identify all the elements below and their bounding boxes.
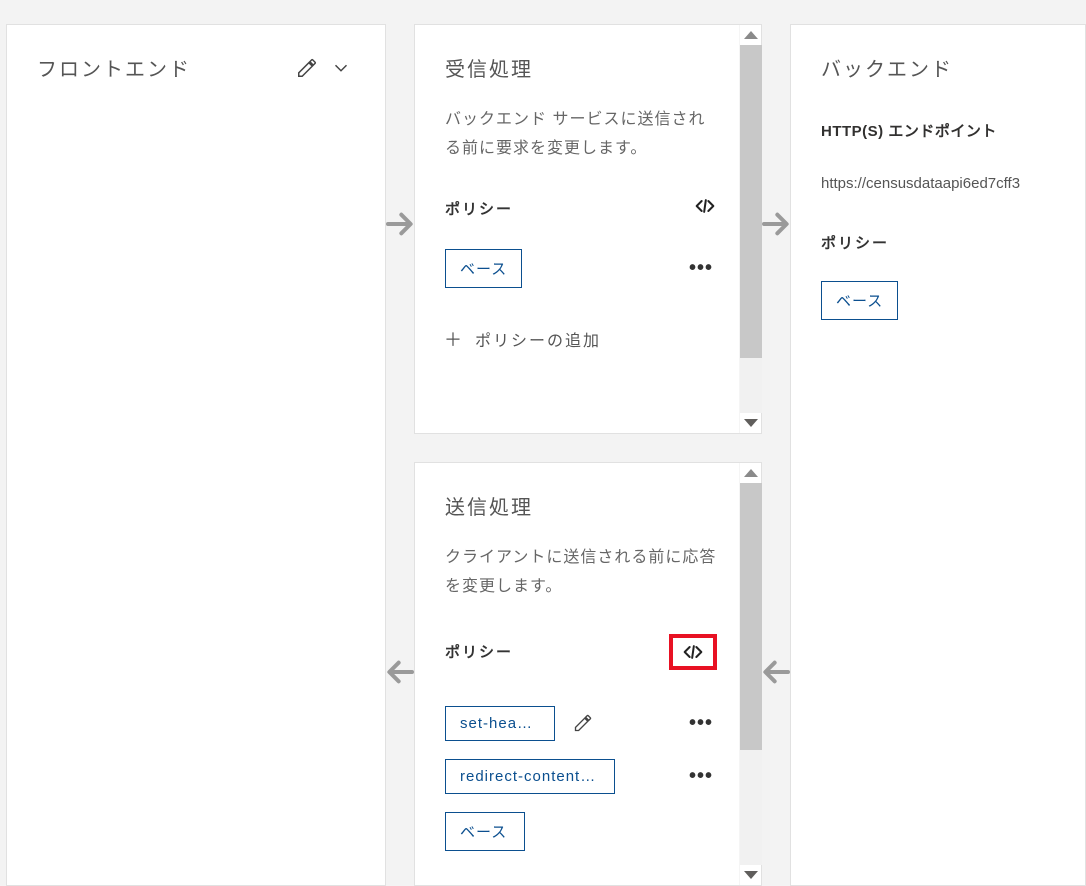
scroll-thumb[interactable] xyxy=(740,483,762,750)
frontend-title: フロントエンド xyxy=(37,53,293,82)
outbound-title: 送信処理 xyxy=(445,491,717,520)
add-policy-label: ポリシーの追加 xyxy=(475,327,601,351)
arrow-left-icon xyxy=(384,656,416,688)
more-icon[interactable]: ••• xyxy=(689,257,717,280)
backend-endpoint-url: https://censusdataapi6ed7cff3 xyxy=(821,175,1081,192)
frontend-panel: フロントエンド xyxy=(6,24,386,886)
outbound-panel: 送信処理 クライアントに送信される前に応答を変更します。 ポリシー set-he… xyxy=(414,462,762,886)
pencil-icon[interactable] xyxy=(293,54,321,82)
policy-base[interactable]: ベース xyxy=(821,281,898,320)
more-icon[interactable]: ••• xyxy=(689,765,717,788)
scroll-down-icon[interactable] xyxy=(744,871,758,879)
inbound-description: バックエンド サービスに送信される前に要求を変更します。 xyxy=(445,106,717,164)
backend-panel: バックエンド HTTP(S) エンドポイント https://censusdat… xyxy=(790,24,1086,886)
outbound-description: クライアントに送信される前に応答を変更します。 xyxy=(445,544,717,602)
arrow-right-icon xyxy=(760,208,792,240)
plus-icon: ＋ xyxy=(445,326,463,352)
policy-set-header[interactable]: set-head… xyxy=(445,706,555,741)
backend-title: バックエンド xyxy=(821,53,1081,82)
scrollbar[interactable] xyxy=(739,25,761,433)
arrow-left-icon xyxy=(760,656,792,688)
backend-endpoint-label: HTTP(S) エンドポイント xyxy=(821,120,1081,141)
scroll-up-icon[interactable] xyxy=(744,469,758,477)
add-policy-button[interactable]: ＋ ポリシーの追加 xyxy=(445,326,717,352)
scrollbar[interactable] xyxy=(739,463,761,885)
policy-base[interactable]: ベース xyxy=(445,812,525,851)
policy-redirect-content[interactable]: redirect-content… xyxy=(445,759,615,794)
policy-base[interactable]: ベース xyxy=(445,249,522,288)
scroll-down-icon[interactable] xyxy=(744,419,758,427)
code-icon[interactable] xyxy=(693,196,717,221)
inbound-panel: 受信処理 バックエンド サービスに送信される前に要求を変更します。 ポリシー ベ… xyxy=(414,24,762,434)
scroll-track[interactable] xyxy=(740,45,762,413)
inbound-policy-label: ポリシー xyxy=(445,198,513,219)
code-icon-highlighted[interactable] xyxy=(669,634,717,670)
outbound-policy-label: ポリシー xyxy=(445,641,513,662)
inbound-title: 受信処理 xyxy=(445,53,717,82)
backend-policy-label: ポリシー xyxy=(821,232,889,253)
chevron-down-icon[interactable] xyxy=(327,54,355,82)
scroll-thumb[interactable] xyxy=(740,45,762,358)
more-icon[interactable]: ••• xyxy=(689,712,717,735)
pencil-icon[interactable] xyxy=(569,709,597,737)
arrow-right-icon xyxy=(384,208,416,240)
scroll-track[interactable] xyxy=(740,483,762,865)
scroll-up-icon[interactable] xyxy=(744,31,758,39)
